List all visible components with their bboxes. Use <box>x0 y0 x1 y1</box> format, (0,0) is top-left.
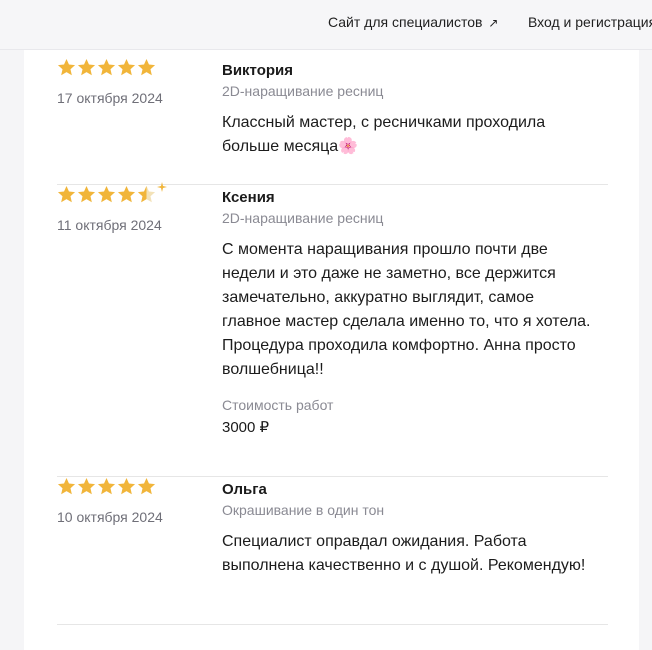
review-text-body: Классный мастер, с ресничками проходила … <box>222 114 546 155</box>
star-icon <box>137 58 156 77</box>
review-content: Виктория 2D-наращивание ресниц Классный … <box>222 58 617 159</box>
star-icon <box>117 477 136 496</box>
star-icon <box>77 58 96 77</box>
star-icon <box>97 58 116 77</box>
review-content: Ксения 2D-наращивание ресниц С момента н… <box>222 185 617 438</box>
reviewer-name: Ольга <box>222 481 267 498</box>
review-date: 11 октября 2024 <box>57 217 162 233</box>
star-icon <box>77 477 96 496</box>
star-icon <box>97 185 116 204</box>
review-date: 17 октября 2024 <box>57 90 163 106</box>
rating-stars <box>57 58 156 78</box>
reviews-card: 17 октября 2024 Виктория 2D-наращивание … <box>24 50 639 650</box>
service-name: 2D-наращивание ресниц <box>222 83 384 99</box>
external-link-arrow-icon: ↗ <box>488 16 499 30</box>
review-text: Специалист оправдал ожидания. Работа вып… <box>222 533 586 574</box>
star-icon <box>137 477 156 496</box>
review-content: Ольга Окрашивание в один тон Специалист … <box>222 477 617 578</box>
login-register-link[interactable]: Вход и регистрация <box>528 14 652 30</box>
reviewer-name: Виктория <box>222 62 294 79</box>
cost-value: 3000 ₽ <box>222 419 270 436</box>
star-icon <box>57 477 76 496</box>
review-text: С момента наращивания прошло почти две н… <box>222 241 591 378</box>
cost-label: Стоимость работ <box>222 397 334 413</box>
review-text: Классный мастер, с ресничками проходила … <box>222 111 617 159</box>
star-icon <box>97 477 116 496</box>
star-icon <box>117 58 136 77</box>
star-icon <box>117 185 136 204</box>
specialists-link-label: Сайт для специалистов <box>328 14 483 30</box>
review-item: 17 октября 2024 Виктория 2D-наращивание … <box>57 58 608 185</box>
specialists-site-link[interactable]: Сайт для специалистов ↗ <box>328 14 498 30</box>
review-date: 10 октября 2024 <box>57 509 163 525</box>
service-name: Окрашивание в один тон <box>222 502 385 518</box>
review-item: 11 октября 2024 Ксения 2D-наращивание ре… <box>57 182 608 477</box>
star-icon <box>57 185 76 204</box>
review-item: 10 октября 2024 Ольга Окрашивание в один… <box>57 477 608 625</box>
half-star-icon <box>137 185 156 204</box>
star-icon <box>77 185 96 204</box>
service-name: 2D-наращивание ресниц <box>222 210 384 226</box>
star-icon <box>57 58 76 77</box>
rating-stars <box>57 182 167 205</box>
cherry-blossom-emoji: 🌸 <box>338 138 359 155</box>
rating-stars <box>57 477 156 497</box>
sparkle-icon <box>157 182 167 192</box>
reviewer-name: Ксения <box>222 189 275 206</box>
top-navigation-bar: Сайт для специалистов ↗ Вход и регистрац… <box>0 0 652 50</box>
